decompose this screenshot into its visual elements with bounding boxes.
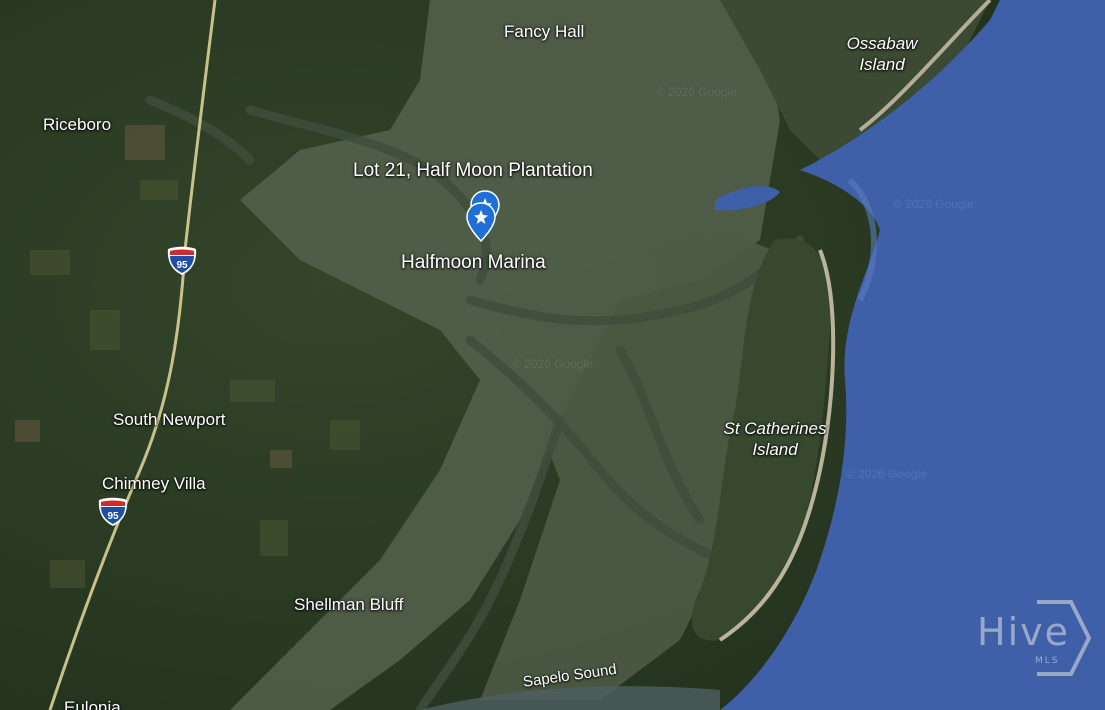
hive-logo-text: Hive bbox=[977, 610, 1070, 654]
pin-label-lot21: Lot 21, Half Moon Plantation bbox=[353, 160, 593, 181]
island-label-ossabaw-line1: Ossabaw bbox=[846, 34, 918, 53]
place-label-south-newport: South Newport bbox=[113, 410, 226, 429]
satellite-map[interactable]: Fancy Hall Ossabaw Island Riceboro Lot 2… bbox=[0, 0, 1105, 710]
place-label-fancy-hall: Fancy Hall bbox=[504, 22, 585, 41]
mls-logo-text: MLS bbox=[1035, 656, 1060, 666]
place-label-riceboro: Riceboro bbox=[43, 115, 112, 134]
interstate-95-shield-icon: 95 bbox=[98, 497, 128, 526]
island-label-st-catherines-line2: Island bbox=[752, 440, 798, 459]
google-watermark: © 2026 Google bbox=[656, 85, 737, 99]
interstate-95-shield-number: 95 bbox=[176, 260, 188, 271]
island-label-ossabaw: Ossabaw Island bbox=[832, 33, 932, 75]
place-label-partial-bottom: Eulonia bbox=[64, 698, 121, 710]
google-watermark: © 2026 Google bbox=[512, 357, 593, 371]
pin-label-halfmoon-marina: Halfmoon Marina bbox=[401, 252, 546, 273]
map-pin-halfmoon-marina-icon[interactable] bbox=[466, 202, 496, 242]
island-label-ossabaw-line2: Island bbox=[859, 55, 905, 74]
place-label-shellman-bluff: Shellman Bluff bbox=[294, 595, 404, 614]
satellite-terrain bbox=[0, 0, 1105, 710]
place-label-chimney-villa: Chimney Villa bbox=[102, 474, 206, 493]
island-label-st-catherines-line1: St Catherines bbox=[723, 419, 827, 438]
google-watermark: © 2026 Google bbox=[846, 467, 927, 481]
hive-mls-logo: Hive MLS bbox=[975, 598, 1093, 680]
island-label-st-catherines: St Catherines Island bbox=[710, 418, 840, 460]
interstate-95-shield-icon: 95 bbox=[167, 246, 197, 275]
interstate-95-shield-number: 95 bbox=[107, 511, 119, 522]
google-watermark: © 2026 Google bbox=[893, 197, 974, 211]
